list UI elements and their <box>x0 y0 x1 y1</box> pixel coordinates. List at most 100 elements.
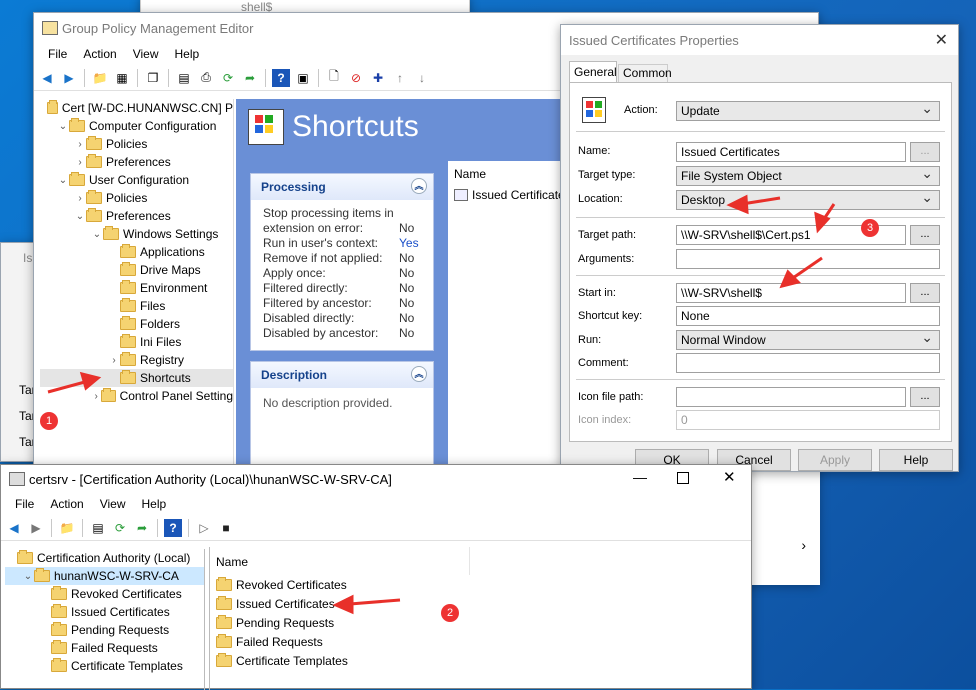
tree-node[interactable]: Failed Requests <box>5 639 204 657</box>
comment-field[interactable] <box>676 353 940 373</box>
tree-node[interactable]: Files <box>40 297 233 315</box>
new-item-icon[interactable]: 🗋 <box>325 69 343 87</box>
certsrv-menu-view[interactable]: View <box>92 497 134 511</box>
processing-panel-header[interactable]: Processing ︽ <box>251 174 433 200</box>
name-field[interactable]: Issued Certificates <box>676 142 906 162</box>
certsrv-list-item[interactable]: Failed Requests <box>210 632 753 651</box>
tree-node[interactable]: ⌄ Windows Settings <box>40 225 233 243</box>
tree-node[interactable]: Drive Maps <box>40 261 233 279</box>
forward-arrow-icon[interactable]: ▶ <box>27 519 45 537</box>
tree-node[interactable]: Issued Certificates <box>5 603 204 621</box>
chevron-icon[interactable]: ⌄ <box>57 121 69 132</box>
location-select[interactable]: Desktop <box>676 189 940 210</box>
certsrv-list-item[interactable]: Pending Requests <box>210 613 753 632</box>
add-icon[interactable]: ✚ <box>369 69 387 87</box>
forward-arrow-icon[interactable]: ▶ <box>60 69 78 87</box>
close-icon[interactable]: ✕ <box>935 30 948 50</box>
tree-node[interactable]: Certification Authority (Local) <box>5 549 204 567</box>
gpme-menu-view[interactable]: View <box>125 47 167 61</box>
tree-node[interactable]: Ini Files <box>40 333 233 351</box>
tree-node[interactable]: Applications <box>40 243 233 261</box>
tree-node[interactable]: ⌄ Preferences <box>40 207 233 225</box>
collapse-chevron-icon[interactable]: ︽ <box>411 366 427 382</box>
tree-node[interactable]: › Policies <box>40 189 233 207</box>
tree-node[interactable]: Environment <box>40 279 233 297</box>
back-arrow-icon[interactable]: ◀ <box>5 519 23 537</box>
properties-icon[interactable]: ▤ <box>175 69 193 87</box>
chevron-icon[interactable]: › <box>74 193 86 204</box>
chevron-icon[interactable]: › <box>74 139 86 150</box>
name-browse-button[interactable]: ... <box>910 142 940 162</box>
properties-titlebar[interactable]: Issued Certificates Properties ✕ <box>561 25 958 55</box>
refresh-icon[interactable]: ⟳ <box>111 519 129 537</box>
tab-general[interactable]: General <box>569 61 617 83</box>
apply-button[interactable]: Apply <box>798 449 872 471</box>
start-in-browse-button[interactable]: ... <box>910 283 940 303</box>
stop-icon[interactable]: ⊘ <box>347 69 365 87</box>
certsrv-list-item[interactable]: Issued Certificates <box>210 594 753 613</box>
scroll-chevron-icon[interactable]: › <box>801 537 806 553</box>
tree-node[interactable]: ⌄ User Configuration <box>40 171 233 189</box>
tree-node[interactable]: ⌄ Computer Configuration <box>40 117 233 135</box>
target-path-browse-button[interactable]: ... <box>910 225 940 245</box>
help-icon[interactable]: ? <box>164 518 182 537</box>
target-type-select[interactable]: File System Object <box>676 165 940 186</box>
copy-icon[interactable]: ❐ <box>144 69 162 87</box>
icon-path-field[interactable] <box>676 387 906 407</box>
chevron-icon[interactable]: ⌄ <box>91 229 103 240</box>
certsrv-list-item[interactable]: Revoked Certificates <box>210 575 753 594</box>
tree-node[interactable]: › Control Panel Setting <box>40 387 233 405</box>
certsrv-list-item[interactable]: Certificate Templates <box>210 651 753 670</box>
tree-node[interactable]: ⌄ hunanWSC-W-SRV-CA <box>5 567 204 585</box>
run-select[interactable]: Normal Window <box>676 329 940 350</box>
maximize-icon[interactable] <box>677 472 689 484</box>
tree-node[interactable]: Folders <box>40 315 233 333</box>
show-tree-icon[interactable]: ▦ <box>113 69 131 87</box>
move-down-icon[interactable]: ↓ <box>413 69 431 87</box>
tree-node[interactable]: Cert [W-DC.HUNANWSC.CN] P <box>40 99 233 117</box>
up-folder-icon[interactable]: 📁 <box>58 519 76 537</box>
arguments-field[interactable] <box>676 249 940 269</box>
help-button[interactable]: Help <box>879 449 953 471</box>
tree-node[interactable]: Revoked Certificates <box>5 585 204 603</box>
close-icon[interactable]: ✕ <box>723 468 736 486</box>
gpme-menu-file[interactable]: File <box>40 47 75 61</box>
tree-node[interactable]: › Registry <box>40 351 233 369</box>
chevron-icon[interactable]: ⌄ <box>74 211 86 222</box>
view-icon[interactable]: ▣ <box>294 69 312 87</box>
export-icon[interactable]: ➦ <box>133 519 151 537</box>
stop-square-icon[interactable]: ■ <box>217 519 235 537</box>
up-folder-icon[interactable]: 📁 <box>91 69 109 87</box>
action-select[interactable]: Update <box>676 100 940 121</box>
collapse-chevron-icon[interactable]: ︽ <box>411 178 427 194</box>
properties-icon[interactable]: ▤ <box>89 519 107 537</box>
chevron-icon[interactable]: › <box>91 391 101 402</box>
tree-node[interactable]: › Policies <box>40 135 233 153</box>
gpme-menu-help[interactable]: Help <box>167 47 208 61</box>
certsrv-list-header-name[interactable]: Name <box>210 547 470 575</box>
gpme-menu-action[interactable]: Action <box>75 47 124 61</box>
chevron-icon[interactable]: › <box>108 355 120 366</box>
play-icon[interactable]: ▷ <box>195 519 213 537</box>
certsrv-menu-file[interactable]: File <box>7 497 42 511</box>
chevron-icon[interactable]: › <box>74 157 86 168</box>
tree-node[interactable]: Shortcuts <box>40 369 233 387</box>
tree-node[interactable]: › Preferences <box>40 153 233 171</box>
tab-common[interactable]: Common <box>618 64 672 82</box>
back-arrow-icon[interactable]: ◀ <box>38 69 56 87</box>
tree-node[interactable]: Certificate Templates <box>5 657 204 675</box>
help-icon[interactable]: ? <box>272 68 290 87</box>
certsrv-menu-help[interactable]: Help <box>134 497 175 511</box>
chevron-icon[interactable]: ⌄ <box>22 571 34 582</box>
shortcut-key-field[interactable]: None <box>676 306 940 326</box>
description-panel-header[interactable]: Description ︽ <box>251 362 433 388</box>
certsrv-titlebar[interactable]: certsrv - [Certification Authority (Loca… <box>1 465 751 493</box>
refresh-icon[interactable]: ⟳ <box>219 69 237 87</box>
start-in-field[interactable]: \\W-SRV\shell$ <box>676 283 906 303</box>
icon-path-browse-button[interactable]: ... <box>910 387 940 407</box>
chevron-icon[interactable]: ⌄ <box>57 175 69 186</box>
minimize-icon[interactable]: — <box>633 469 647 485</box>
export-icon[interactable]: ➦ <box>241 69 259 87</box>
print-icon[interactable]: ⎙ <box>197 69 215 87</box>
move-up-icon[interactable]: ↑ <box>391 69 409 87</box>
